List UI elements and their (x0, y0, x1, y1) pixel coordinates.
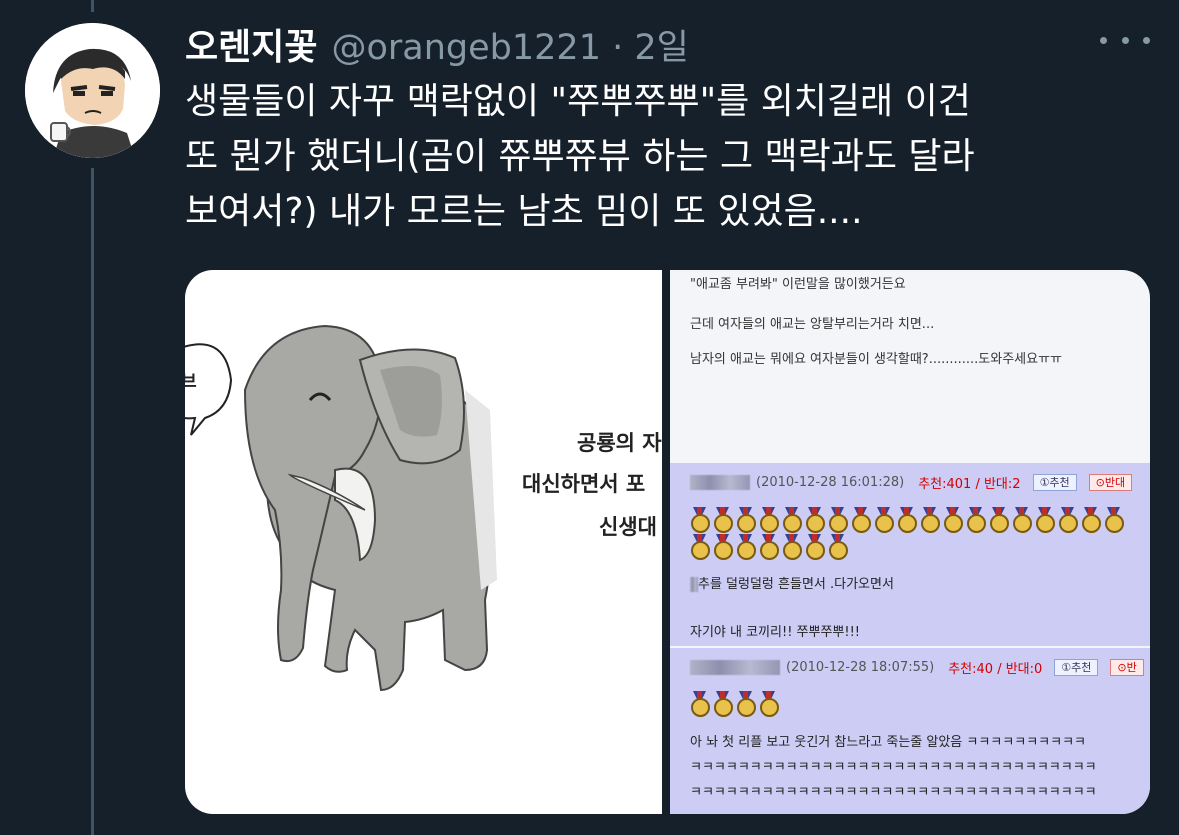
upvote-button[interactable]: ①추천 (1032, 474, 1077, 491)
post-line: "애교좀 부려봐" 이런말을 많이했거든요 (690, 277, 906, 292)
medal-icon (690, 534, 710, 560)
medal-icon (1081, 507, 1101, 533)
comment-separator (670, 646, 1150, 648)
handle-and-time[interactable]: @orangeb1221 · 2일 (331, 19, 688, 70)
medal-icon (1058, 507, 1078, 533)
media-image-forum[interactable]: "애교좀 부려봐" 이런말을 많이했거든요 근데 여자들의 애교는 앙탈부리는거… (670, 270, 1150, 814)
medal-icon (759, 507, 779, 533)
comment-text-line: 추를 덜렁덜렁 흔들면서 .다가오면서 (698, 577, 894, 592)
medal-icon (736, 691, 756, 717)
avatar-illustration (25, 23, 160, 158)
post-line: 근데 여자들의 애교는 앙탈부리는거라 치면... (690, 317, 935, 332)
post-line: 남자의 애교는 뭐에요 여자분들이 생각할때?............도와주세요… (690, 352, 1063, 367)
medal-icon (690, 691, 710, 717)
comment-votes: 추천:401 / 반대:2 (918, 477, 1021, 492)
medal-row (690, 691, 1140, 718)
medal-icon (966, 507, 986, 533)
medal-icon (920, 507, 940, 533)
medal-icon (713, 534, 733, 560)
more-dot (1121, 36, 1129, 44)
tweet-header: 오렌지꽃 @orangeb1221 · 2일 (185, 18, 689, 68)
comment-date: (2010-12-28 18:07:55) (786, 660, 935, 675)
medal-icon (736, 507, 756, 533)
display-name[interactable]: 오렌지꽃 (185, 18, 317, 70)
more-dot (1143, 36, 1150, 44)
comment-text-line: ㅋㅋㅋㅋㅋㅋㅋㅋㅋㅋㅋㅋㅋㅋㅋㅋㅋㅋㅋㅋㅋㅋㅋㅋㅋㅋㅋㅋㅋㅋㅋㅋㅋㅋ (690, 760, 1097, 775)
upvote-button[interactable]: ①추천 (1054, 659, 1099, 676)
medal-icon (805, 507, 825, 533)
comment-text-line: 아 놔 첫 리플 보고 웃긴거 참느라고 죽는줄 알았음 ㅋㅋㅋㅋㅋㅋㅋㅋㅋㅋ (690, 735, 1086, 750)
cartoon-caption-line: 공룡의 자 (577, 431, 662, 455)
comment-text: 추를 덜렁덜렁 흔들면서 .다가오면서 (690, 573, 894, 592)
downvote-button[interactable]: ⊙반대 (1088, 474, 1133, 491)
blurred-username (690, 475, 750, 490)
comment-date: (2010-12-28 16:01:28) (756, 475, 905, 490)
medal-icon (1012, 507, 1032, 533)
media-divider (662, 270, 670, 814)
cartoon-caption-line: 신생대 (599, 515, 657, 539)
elephant-illustration (185, 324, 497, 692)
more-dot (1100, 36, 1107, 44)
medal-icon (713, 691, 733, 717)
medal-icon (897, 507, 917, 533)
comment-header: (2010-12-28 16:01:28) 추천:401 / 반대:2 ①추천 … (690, 473, 1133, 492)
medal-icon (851, 507, 871, 533)
tweet-text-line: 또 뭔가 했더니(곰이 쮸뿌쮸뷰 하는 그 맥락과도 달라 (185, 136, 975, 177)
medal-icon (690, 507, 710, 533)
medal-icon (828, 507, 848, 533)
tweet-text: 생물들이 자꾸 맥락없이 "쭈뿌쭈뿌"를 외치길래 이건 또 뭔가 했더니(곰이… (185, 74, 1145, 239)
comment-header: (2010-12-28 18:07:55) 추천:40 / 반대:0 ①추천 ⊙… (690, 658, 1144, 677)
medal-row (690, 507, 1140, 561)
comment-votes: 추천:40 / 반대:0 (948, 662, 1043, 677)
tweet-media[interactable]: 브 공룡의 자 대신하면서 포 신생대 "애교좀 부려봐" 이런말을 많이했거든… (185, 270, 1150, 814)
medal-icon (759, 691, 779, 717)
medal-icon (943, 507, 963, 533)
medal-icon (989, 507, 1009, 533)
medal-icon (759, 534, 779, 560)
medal-icon (1035, 507, 1055, 533)
medal-icon (782, 507, 802, 533)
downvote-button[interactable]: ⊙반 (1110, 659, 1144, 676)
comment-list: (2010-12-28 16:01:28) 추천:401 / 반대:2 ①추천 … (670, 463, 1150, 814)
tweet-text-line: 생물들이 자꾸 맥락없이 "쭈뿌쭈뿌"를 외치길래 이건 (185, 81, 971, 122)
blurred-username (690, 660, 780, 675)
media-image-cartoon[interactable]: 브 공룡의 자 대신하면서 포 신생대 (185, 270, 662, 814)
more-options-icon[interactable] (1100, 22, 1150, 58)
medal-icon (713, 507, 733, 533)
comment-text-line: ㅋㅋㅋㅋㅋㅋㅋㅋㅋㅋㅋㅋㅋㅋㅋㅋㅋㅋㅋㅋㅋㅋㅋㅋㅋㅋㅋㅋㅋㅋㅋㅋㅋㅋ (690, 785, 1097, 800)
thread-line-bottom (91, 168, 94, 835)
cartoon-caption-line: 대신하면서 포 (522, 472, 646, 496)
tweet-text-line: 보여서?) 내가 모르는 남초 밈이 또 있었음.... (185, 191, 863, 232)
medal-icon (805, 534, 825, 560)
speech-bubble-text: 브 (185, 372, 197, 392)
blurred-username (690, 577, 698, 592)
comment-text-line: 자기야 내 코끼리!! 쭈뿌쭈뿌!!! (690, 625, 861, 640)
medal-icon (736, 534, 756, 560)
medal-icon (1104, 507, 1124, 533)
medal-icon (828, 534, 848, 560)
avatar[interactable] (25, 23, 160, 158)
medal-icon (782, 534, 802, 560)
thread-line-top (91, 0, 94, 12)
medal-icon (874, 507, 894, 533)
